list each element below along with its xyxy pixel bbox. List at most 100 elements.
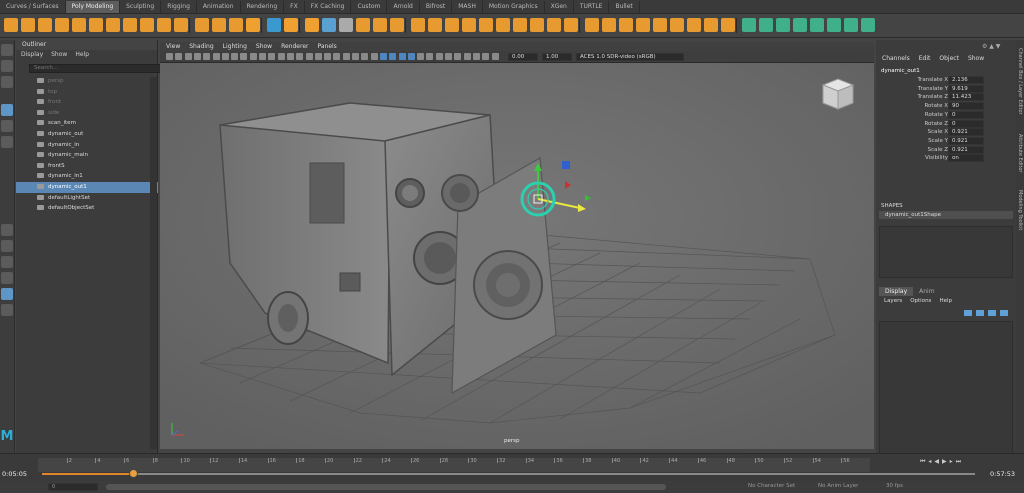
layer-tab-anim[interactable]: Anim xyxy=(913,287,940,296)
shelf-tool-45-icon[interactable] xyxy=(776,18,790,32)
channel-menu-channels[interactable]: Channels xyxy=(882,55,910,62)
shelf-tool-47-icon[interactable] xyxy=(810,18,824,32)
shelf-tool-5-icon[interactable] xyxy=(72,18,86,32)
layer-menu-layers[interactable]: Layers xyxy=(884,298,902,304)
four-pane-layout-icon[interactable] xyxy=(1,240,13,252)
viewport-tool-29-icon[interactable] xyxy=(426,53,434,60)
outliner-scrollbar[interactable] xyxy=(150,77,157,449)
outliner-item[interactable]: front xyxy=(16,97,158,108)
viewport-menu-panels[interactable]: Panels xyxy=(317,42,336,51)
gamma-field[interactable]: 1.00 xyxy=(542,53,572,61)
shelf-tool-48-icon[interactable] xyxy=(827,18,841,32)
outliner-menu-help[interactable]: Help xyxy=(75,50,89,60)
exposure-field[interactable]: 0.00 xyxy=(508,53,538,61)
viewport-tool-34-icon[interactable] xyxy=(472,53,480,60)
shelf-tab-sculpting[interactable]: Sculpting xyxy=(120,1,162,13)
layer-move-up-icon[interactable] xyxy=(964,310,972,316)
go-start-icon[interactable]: ⏮ xyxy=(920,458,925,466)
shelf-tool-35-icon[interactable] xyxy=(602,18,616,32)
channel-attribute-value[interactable]: 0.921 xyxy=(948,136,984,145)
shelf-tab-custom[interactable]: Custom xyxy=(351,1,388,13)
viewport-tool-33-icon[interactable] xyxy=(463,53,471,60)
shelf-tool-7-icon[interactable] xyxy=(106,18,120,32)
layer-tab-display[interactable]: Display xyxy=(879,287,914,296)
shelf-tool-18-icon[interactable] xyxy=(305,18,319,32)
shelf-tool-13-icon[interactable] xyxy=(212,18,226,32)
shelf-tab-curves-surfaces[interactable]: Curves / Surfaces xyxy=(0,1,66,13)
outliner-item[interactable]: side xyxy=(16,108,158,119)
shelf-tool-33-icon[interactable] xyxy=(564,18,578,32)
anim-layer-select[interactable]: No Anim Layer xyxy=(818,483,858,489)
channel-box-tools-icon[interactable]: ⚙ ▲ ▼ xyxy=(982,43,1010,51)
shelf-tool-42-icon[interactable] xyxy=(721,18,735,32)
shelf-tool-39-icon[interactable] xyxy=(670,18,684,32)
shelf-tool-4-icon[interactable] xyxy=(55,18,69,32)
viewport-tool-30-icon[interactable] xyxy=(435,53,443,60)
shelf-tool-50-icon[interactable] xyxy=(861,18,875,32)
outliner-menu-show[interactable]: Show xyxy=(51,50,67,60)
select-tool-icon[interactable] xyxy=(1,44,13,56)
shelf-tool-20-icon[interactable] xyxy=(339,18,353,32)
timeline-playhead[interactable] xyxy=(128,469,138,478)
channel-attribute-row[interactable]: Scale Y 0.921 xyxy=(876,136,1016,146)
shelf-tool-11-icon[interactable] xyxy=(174,18,188,32)
shelf-tool-19-icon[interactable] xyxy=(322,18,336,32)
viewport-menu-lighting[interactable]: Lighting xyxy=(223,42,247,51)
layer-menu-help[interactable]: Help xyxy=(939,298,952,304)
go-end-icon[interactable]: ⏭ xyxy=(956,458,961,466)
colorspace-select[interactable]: ACES 1.0 SDR-video (sRGB) xyxy=(576,53,684,61)
channel-attribute-value[interactable]: on xyxy=(948,154,984,163)
step-back-icon[interactable]: ◂ xyxy=(928,458,931,466)
shelf-tool-30-icon[interactable] xyxy=(513,18,527,32)
play-back-icon[interactable]: ◀ xyxy=(934,458,939,466)
shelf-tool-14-icon[interactable] xyxy=(229,18,243,32)
channel-attribute-value[interactable]: 11.423 xyxy=(948,93,984,102)
fps-select[interactable]: 30 fps xyxy=(886,483,903,489)
shelf-tab-xgen[interactable]: XGen xyxy=(545,1,574,13)
shelf-tool-49-icon[interactable] xyxy=(844,18,858,32)
shelf-tab-turtle[interactable]: TURTLE xyxy=(574,1,610,13)
shelf-tab-poly-modeling[interactable]: Poly Modeling xyxy=(65,1,121,13)
channel-attribute-row[interactable]: Rotate Y0 xyxy=(876,110,1016,120)
shelf-tool-46-icon[interactable] xyxy=(793,18,807,32)
persp-outliner-layout-icon[interactable] xyxy=(1,272,13,284)
viewport-tool-3-icon[interactable] xyxy=(184,53,192,60)
channel-attribute-value[interactable]: 0.921 xyxy=(948,145,984,154)
step-forward-icon[interactable]: ▸ xyxy=(950,458,953,466)
end-time[interactable]: 0:57:53 xyxy=(990,470,1015,478)
outliner-item[interactable]: scan_item xyxy=(16,118,158,129)
viewport-tool-1-icon[interactable] xyxy=(166,53,173,60)
shelf-tool-26-icon[interactable] xyxy=(445,18,459,32)
viewport-tool-24-icon[interactable] xyxy=(379,53,387,60)
shelf-tool-3-icon[interactable] xyxy=(38,18,52,32)
shelf-tab-fx[interactable]: FX xyxy=(284,1,305,13)
shelf-tool-41-icon[interactable] xyxy=(704,18,718,32)
layer-new-selected-icon[interactable] xyxy=(1000,310,1008,316)
viewport-tool-32-icon[interactable] xyxy=(454,53,462,60)
channel-attribute-value[interactable]: 9.619 xyxy=(948,84,984,93)
channel-attribute-value[interactable]: 0.921 xyxy=(948,128,984,137)
scale-tool-icon[interactable] xyxy=(1,136,13,148)
side-by-side-layout-icon[interactable] xyxy=(1,256,13,268)
viewport-menu-view[interactable]: View xyxy=(166,42,180,51)
side-tab-channel-box[interactable]: Channel Box / Layer Editor xyxy=(1016,48,1024,128)
viewport-menu-renderer[interactable]: Renderer xyxy=(281,42,308,51)
shelf-tool-32-icon[interactable] xyxy=(547,18,561,32)
channel-menu-object[interactable]: Object xyxy=(939,55,959,62)
outliner-layout-icon[interactable] xyxy=(1,288,13,300)
shelf-tab-rendering[interactable]: Rendering xyxy=(241,1,285,13)
time-slider[interactable]: 2 4 6 8 10 12 14 16 18 20 22 24 26 28 30 32 34 36 38 40 42 44… xyxy=(0,453,1024,481)
shelf-tab-mash[interactable]: MASH xyxy=(452,1,483,13)
shelf-tab-arnold[interactable]: Arnold xyxy=(387,1,420,13)
shelf-tab-motion-graphics[interactable]: Motion Graphics xyxy=(483,1,545,13)
viewport-tool-9-icon[interactable] xyxy=(240,53,248,60)
shelf-tab-rigging[interactable]: Rigging xyxy=(161,1,197,13)
shelf-tool-6-icon[interactable] xyxy=(89,18,103,32)
channel-attribute-row[interactable]: Scale Z 0.921 xyxy=(876,145,1016,155)
viewport-tool-10-icon[interactable] xyxy=(249,53,257,60)
viewport-tool-25-icon[interactable] xyxy=(389,53,397,60)
outliner-item[interactable]: dynamic_in xyxy=(16,140,158,151)
shelf-tool-38-icon[interactable] xyxy=(653,18,667,32)
viewport-tool-36-icon[interactable] xyxy=(491,53,499,60)
shelf-tool-37-icon[interactable] xyxy=(636,18,650,32)
